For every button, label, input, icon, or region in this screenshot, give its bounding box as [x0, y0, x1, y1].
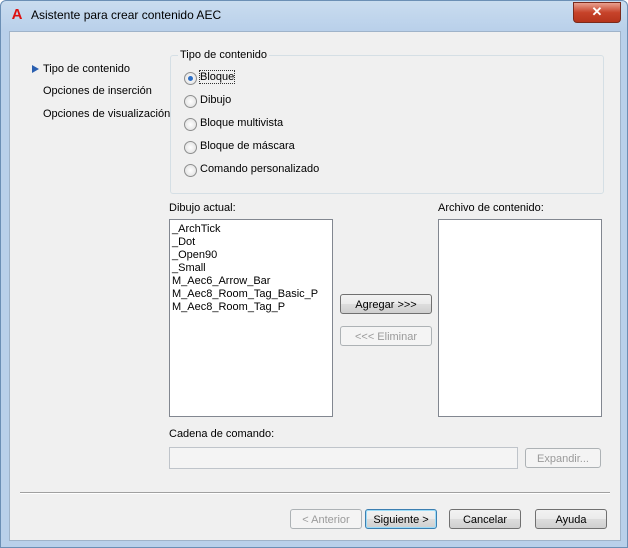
- nav-step-content-type: Tipo de contenido: [43, 63, 131, 75]
- list-item[interactable]: M_Aec8_Room_Tag_Basic_P: [170, 288, 332, 301]
- autocad-app-icon: A: [11, 6, 23, 23]
- dialog-body: Tipo de contenido Opciones de inserción …: [9, 31, 621, 541]
- radio-button[interactable]: [184, 95, 197, 108]
- current-drawing-label: Dibujo actual:: [169, 202, 236, 214]
- list-item[interactable]: M_Aec6_Arrow_Bar: [170, 275, 332, 288]
- back-button[interactable]: < Anterior: [290, 509, 362, 529]
- radio-button-checked[interactable]: [184, 72, 197, 85]
- radio-button[interactable]: [184, 164, 197, 177]
- list-item[interactable]: _Open90: [170, 249, 332, 262]
- radio-label: Bloque: [198, 70, 236, 84]
- content-file-label: Archivo de contenido:: [438, 202, 544, 214]
- list-item[interactable]: _Dot: [170, 236, 332, 249]
- dialog-window: A Asistente para crear contenido AEC ✕ T…: [0, 0, 628, 548]
- radio-button[interactable]: [184, 118, 197, 131]
- title-bar[interactable]: A Asistente para crear contenido AEC ✕: [1, 1, 627, 29]
- nav-step-insertion-options: Opciones de inserción: [43, 85, 152, 97]
- radio-label: Dibujo: [200, 94, 232, 106]
- current-step-arrow-icon: [32, 65, 39, 73]
- next-button[interactable]: Siguiente >: [365, 509, 437, 529]
- add-button[interactable]: Agregar >>>: [340, 294, 432, 314]
- nav-step-display-options: Opciones de visualización: [43, 108, 171, 120]
- close-button[interactable]: ✕: [573, 2, 621, 23]
- window-title: Asistente para crear contenido AEC: [31, 8, 222, 22]
- radio-label: Bloque multivista: [200, 117, 284, 129]
- expand-button[interactable]: Expandir...: [525, 448, 601, 468]
- current-drawing-list[interactable]: _ArchTick _Dot _Open90 _Small M_Aec6_Arr…: [169, 219, 333, 417]
- help-button[interactable]: Ayuda: [535, 509, 607, 529]
- command-string-input[interactable]: [169, 447, 518, 469]
- list-item[interactable]: _ArchTick: [170, 223, 332, 236]
- radio-label: Comando personalizado: [200, 163, 320, 175]
- radio-button[interactable]: [184, 141, 197, 154]
- content-type-group-title: Tipo de contenido: [178, 49, 270, 61]
- cancel-button[interactable]: Cancelar: [449, 509, 521, 529]
- radio-label: Bloque de máscara: [200, 140, 295, 152]
- list-item[interactable]: _Small: [170, 262, 332, 275]
- footer-separator: [20, 492, 610, 494]
- remove-button[interactable]: <<< Eliminar: [340, 326, 432, 346]
- content-file-list[interactable]: [438, 219, 602, 417]
- command-string-label: Cadena de comando:: [169, 428, 275, 440]
- list-item[interactable]: M_Aec8_Room_Tag_P: [170, 301, 332, 314]
